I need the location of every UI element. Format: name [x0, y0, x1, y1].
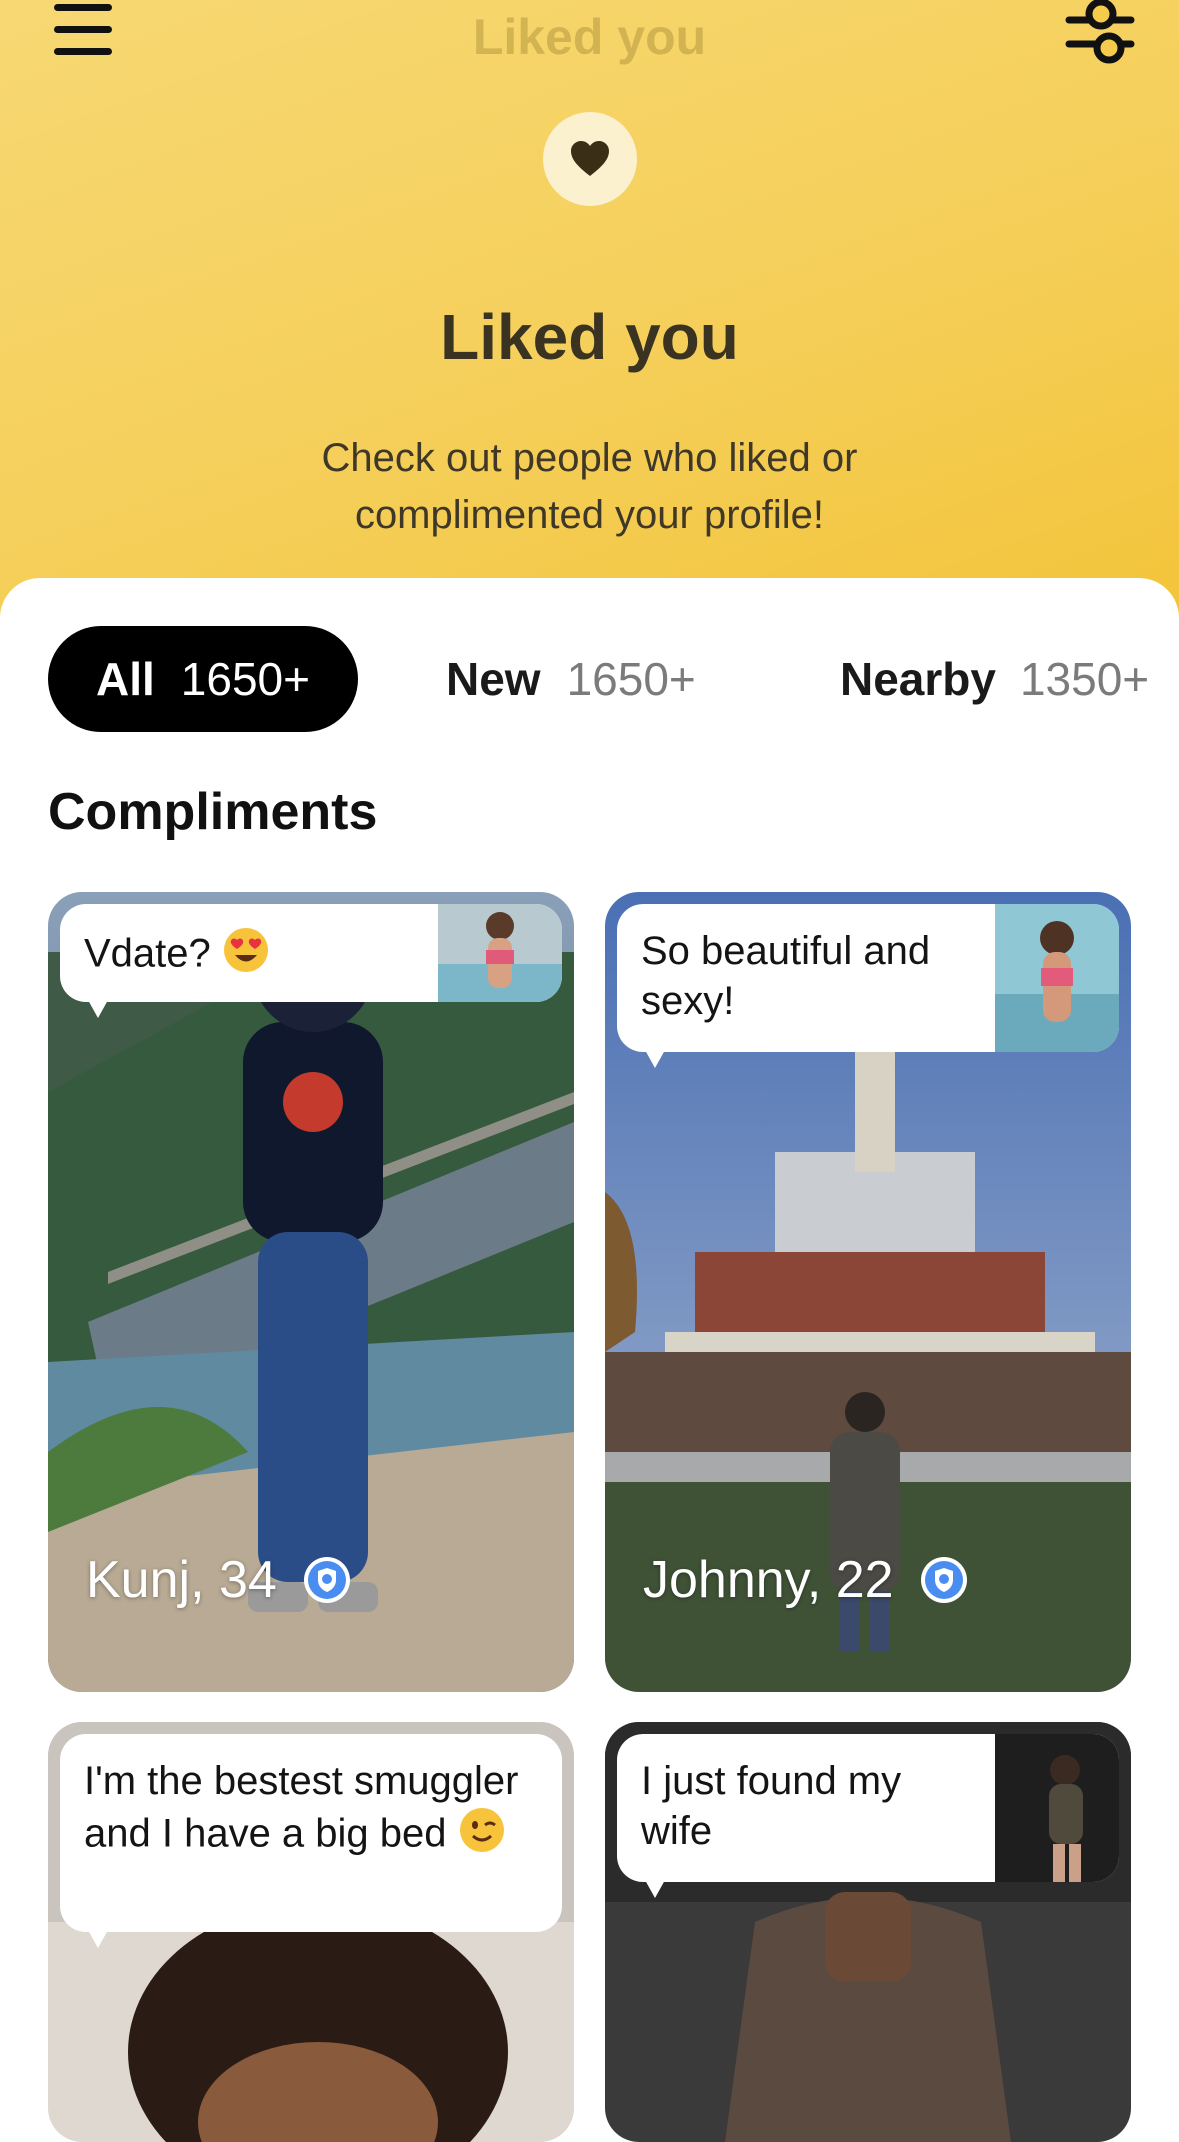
compliment-text-content: So beautiful and sexy!	[641, 929, 931, 1023]
hero-subtitle-line-1: Check out people who liked or	[321, 436, 858, 480]
card-name-text: Johnny, 22	[643, 1551, 894, 1609]
profile-card-4[interactable]: I just found my wife	[605, 1722, 1131, 2142]
winking-face-emoji-icon	[458, 1806, 506, 1866]
compliment-bubble: So beautiful and sexy!	[617, 904, 1119, 1068]
compliment-text: I just found my wife	[617, 1734, 995, 1882]
heart-eyes-emoji-icon	[222, 926, 270, 986]
heart-icon	[571, 141, 609, 176]
tab-all-count: 1650+	[180, 653, 310, 705]
hero-title: Liked you	[440, 301, 739, 373]
tab-new-label: New	[446, 653, 541, 705]
hero-subtitle: Check out people who liked or compliment…	[240, 430, 939, 544]
tab-all[interactable]: All 1650+	[48, 626, 358, 732]
tab-nearby[interactable]: Nearby 1350+	[840, 626, 1149, 732]
compliment-text-content: I just found my wife	[641, 1759, 902, 1853]
hero-subtitle-line-2: complimented your profile!	[354, 493, 825, 537]
sender-thumbnail	[995, 1734, 1119, 1882]
profile-card-3[interactable]: I'm the bestest smuggler and I have a bi…	[48, 1722, 574, 2142]
sender-thumbnail	[438, 904, 562, 1002]
tab-new-count: 1650+	[566, 653, 696, 705]
compliment-text: So beautiful and sexy!	[617, 904, 995, 1052]
filter-sliders-icon[interactable]	[1065, 0, 1135, 70]
card-name-text: Kunj, 34	[86, 1551, 277, 1609]
card-name: Johnny, 22	[643, 1550, 968, 1610]
compliment-text: Vdate?	[60, 904, 438, 1002]
compliment-bubble: Vdate?	[60, 904, 562, 1018]
compliment-text-content: I'm the bestest smuggler and I have a bi…	[84, 1759, 519, 1856]
compliment-text: I'm the bestest smuggler and I have a bi…	[60, 1734, 562, 1932]
card-name: Kunj, 34	[86, 1550, 351, 1610]
topbar-title: Liked you	[472, 9, 707, 65]
tab-nearby-count: 1350+	[1019, 653, 1150, 705]
tab-nearby-label: Nearby	[840, 653, 996, 705]
section-title-compliments: Compliments	[48, 783, 378, 841]
verified-badge-icon	[920, 1557, 967, 1603]
compliment-bubble: I just found my wife	[617, 1734, 1119, 1898]
sender-thumbnail	[995, 904, 1119, 1052]
compliment-text-content: Vdate?	[84, 931, 211, 976]
tab-new[interactable]: New 1650+	[446, 626, 696, 732]
profile-card-johnny[interactable]: So beautiful and sexy! Johnny, 22	[605, 892, 1131, 1692]
heart-badge	[543, 112, 637, 206]
tab-all-label: All	[96, 653, 155, 705]
profile-card-kunj[interactable]: Vdate? Kunj, 34	[48, 892, 574, 1692]
compliment-bubble: I'm the bestest smuggler and I have a bi…	[60, 1734, 562, 1948]
verified-badge-icon	[303, 1557, 350, 1603]
